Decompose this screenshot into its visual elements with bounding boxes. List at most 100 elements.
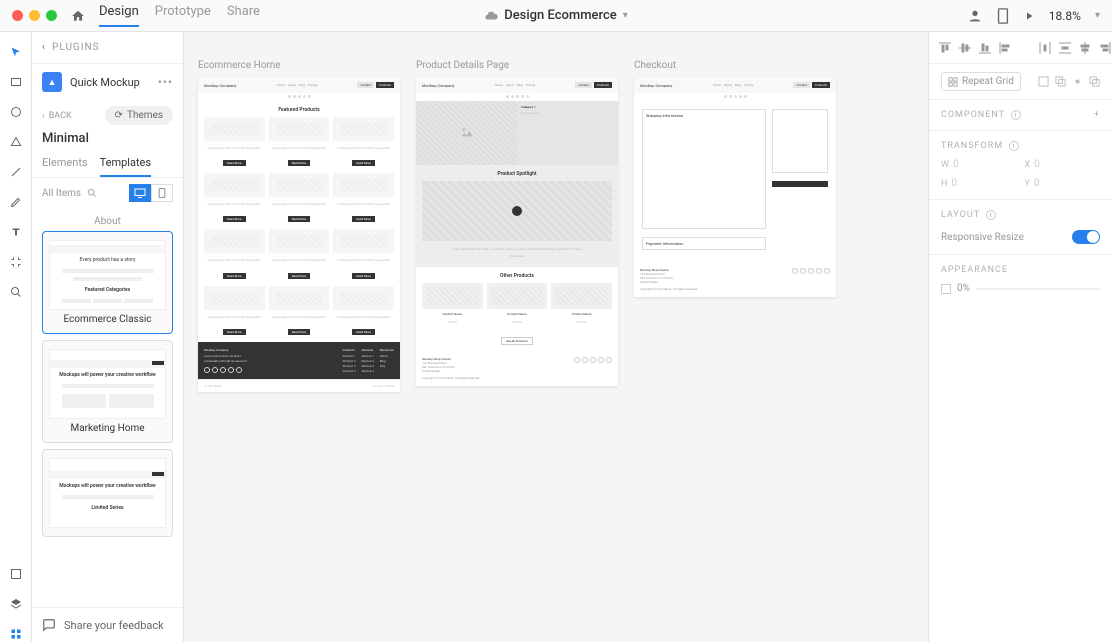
nav-prototype[interactable]: Prototype <box>155 4 211 27</box>
opacity-checkbox[interactable] <box>941 284 951 294</box>
device-preview-icon[interactable] <box>997 8 1009 24</box>
refresh-icon: ⟳ <box>115 110 123 121</box>
layers-icon[interactable] <box>8 596 24 612</box>
window-controls <box>12 10 57 21</box>
zoom-chevron-icon[interactable]: ▾ <box>1095 10 1100 21</box>
home-icon[interactable] <box>71 9 85 23</box>
info-icon[interactable]: i <box>1009 141 1019 151</box>
responsive-label: Responsive Resize <box>941 232 1024 243</box>
template-marketing-home[interactable]: Mockups will power your creative workflo… <box>42 340 173 443</box>
artboard-label[interactable]: Product Details Page <box>416 60 618 71</box>
x-input[interactable]: 0 <box>1034 159 1100 170</box>
nav-share[interactable]: Share <box>227 4 260 27</box>
plugin-row[interactable]: ▲ Quick Mockup ••• <box>32 64 183 100</box>
section-title: TRANSFORM <box>941 141 1003 151</box>
play-icon[interactable] <box>1023 10 1035 22</box>
section-title: APPEARANCE <box>941 265 1008 275</box>
document-title[interactable]: Design Ecommerce ▾ <box>484 8 628 23</box>
nav-design[interactable]: Design <box>99 4 139 27</box>
close-window[interactable] <box>12 10 23 21</box>
plugins-icon[interactable] <box>8 626 24 642</box>
artboard-frame[interactable]: Mockup Company HomeAboutBlogPricing Cont… <box>416 77 618 386</box>
section-title: LAYOUT <box>941 210 980 220</box>
top-nav: Design Prototype Share <box>99 4 260 27</box>
zoom-level[interactable]: 18.8% <box>1049 9 1081 23</box>
theme-back-button[interactable]: ‹ BACK <box>42 111 72 121</box>
opacity-value: 0% <box>957 283 970 294</box>
panel-tabs: Elements Templates <box>32 152 183 178</box>
artboard-product-details: Product Details Page Mockup Company Home… <box>416 60 618 392</box>
align-right-icon[interactable] <box>1097 40 1112 56</box>
align-bottom-icon[interactable] <box>977 40 993 56</box>
plugin-name: Quick Mockup <box>70 76 150 89</box>
search-icon[interactable] <box>87 188 97 198</box>
info-icon[interactable]: i <box>986 210 996 220</box>
rectangle-tool[interactable] <box>8 74 24 90</box>
align-hcenter-icon[interactable] <box>1077 40 1093 56</box>
artboard-tool[interactable] <box>8 254 24 270</box>
avatar-icon[interactable] <box>967 8 983 24</box>
select-tool[interactable] <box>8 44 24 60</box>
inspector-panel: Repeat Grid COMPONENT i + TRANSFORM i W0 <box>928 32 1112 642</box>
polygon-tool[interactable] <box>8 134 24 150</box>
artboard-ecommerce-home: Ecommerce Home Mockup Company HomeAboutB… <box>198 60 400 392</box>
appearance-section: APPEARANCE 0% <box>929 255 1112 304</box>
y-input[interactable]: 0 <box>1034 178 1100 189</box>
align-left-icon[interactable] <box>997 40 1013 56</box>
artboard-label[interactable]: Checkout <box>634 60 836 71</box>
canvas[interactable]: Ecommerce Home Mockup Company HomeAboutB… <box>184 32 928 642</box>
chevron-down-icon: ▾ <box>623 10 628 21</box>
opacity-slider[interactable] <box>976 288 1100 290</box>
subtract-op-icon[interactable] <box>1055 76 1066 87</box>
chat-icon <box>42 618 56 632</box>
feedback-button[interactable]: Share your feedback <box>32 607 183 642</box>
ellipse-tool[interactable] <box>8 104 24 120</box>
align-vcenter-icon[interactable] <box>957 40 973 56</box>
height-input[interactable]: 0 <box>951 178 1016 189</box>
mobile-toggle[interactable] <box>151 184 173 202</box>
component-section: COMPONENT i + <box>929 100 1112 131</box>
themes-button[interactable]: ⟳ Themes <box>105 106 173 125</box>
info-icon[interactable]: i <box>1011 110 1021 120</box>
zoom-tool[interactable] <box>8 284 24 300</box>
repeat-grid-button[interactable]: Repeat Grid <box>941 72 1021 91</box>
zoom-window[interactable] <box>46 10 57 21</box>
line-tool[interactable] <box>8 164 24 180</box>
text-tool[interactable] <box>8 224 24 240</box>
artboard-frame[interactable]: Mockup Company HomeAboutBlogPricing Cont… <box>634 77 836 297</box>
cloud-icon <box>484 9 498 23</box>
distribute-v-icon[interactable] <box>1057 40 1073 56</box>
repeat-grid-row: Repeat Grid <box>929 64 1112 100</box>
align-top-icon[interactable] <box>937 40 953 56</box>
width-input[interactable]: 0 <box>953 159 1017 170</box>
exclude-op-icon[interactable] <box>1089 76 1100 87</box>
add-op-icon[interactable] <box>1038 76 1049 87</box>
grid-icon <box>948 77 958 87</box>
titlebar: Design Prototype Share Design Ecommerce … <box>0 0 1112 32</box>
responsive-toggle[interactable] <box>1072 230 1100 244</box>
artboard-label[interactable]: Ecommerce Home <box>198 60 400 71</box>
template-ecommerce-classic[interactable]: Every product has a story Featured Categ… <box>42 231 173 334</box>
layout-section: LAYOUT i Responsive Resize <box>929 200 1112 255</box>
pen-tool[interactable] <box>8 194 24 210</box>
intersect-op-icon[interactable] <box>1072 76 1083 87</box>
back-icon[interactable]: ‹ <box>42 42 46 53</box>
template-card[interactable]: Mockups will power your creative workflo… <box>42 449 173 537</box>
assets-icon[interactable] <box>8 566 24 582</box>
minimize-window[interactable] <box>29 10 40 21</box>
transform-section: TRANSFORM i W0 X0 H0 Y0 <box>929 131 1112 200</box>
artboard-frame[interactable]: Mockup Company HomeAboutBlogPricing Cont… <box>198 77 400 392</box>
feedback-label: Share your feedback <box>64 619 164 632</box>
panel-header: ‹ PLUGINS <box>32 32 183 64</box>
plugin-menu-icon[interactable]: ••• <box>158 75 173 89</box>
alignment-bar <box>929 32 1112 64</box>
template-name: Marketing Home <box>49 423 166 434</box>
add-component-icon[interactable]: + <box>1094 110 1100 120</box>
desktop-toggle[interactable] <box>129 184 151 202</box>
artboard-checkout: Checkout Mockup Company HomeAboutBlogPri… <box>634 60 836 392</box>
templates-list[interactable]: About Every product has a story Featured… <box>32 208 183 607</box>
plugin-badge-icon: ▲ <box>42 72 62 92</box>
distribute-h-icon[interactable] <box>1037 40 1053 56</box>
tab-templates[interactable]: Templates <box>100 156 151 177</box>
tab-elements[interactable]: Elements <box>42 156 88 177</box>
